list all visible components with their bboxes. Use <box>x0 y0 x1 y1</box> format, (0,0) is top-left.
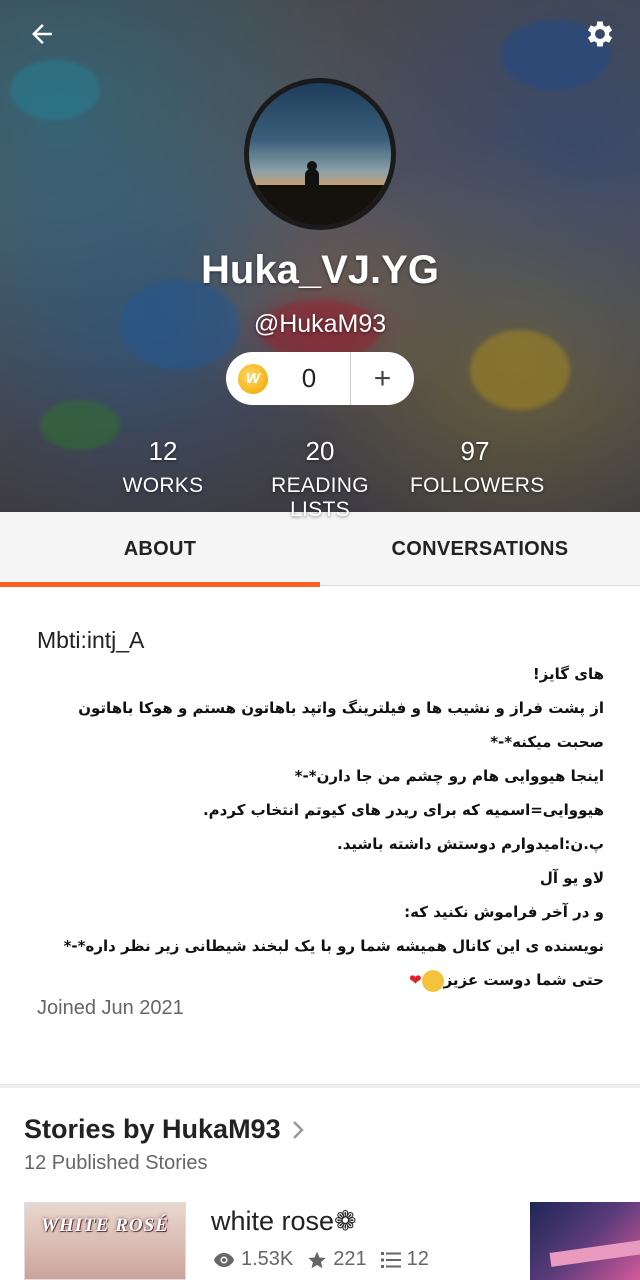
heart-icon: ❤ <box>409 971 422 989</box>
votes-count: 221 <box>307 1248 367 1271</box>
stat-works-label: WORKS <box>122 474 204 497</box>
star-icon <box>308 1251 327 1268</box>
bio-line: اینجا هیووایی هام رو چشم من جا دارن*-* <box>294 767 604 785</box>
pensive-face-icon <box>421 969 444 992</box>
story-title[interactable]: white rose❁ <box>211 1206 357 1237</box>
profile-tabs: ABOUT CONVERSATIONS <box>0 512 640 587</box>
coin-count: 0 <box>301 363 317 393</box>
back-arrow-icon <box>32 24 52 44</box>
reads-value: 1.53K <box>241 1248 294 1270</box>
paint-splash <box>470 330 570 410</box>
bio-line: پ.ن:امیدوارم دوستش داشته باشید. <box>337 835 604 853</box>
stat-followers[interactable]: 97 FOLLOWERS <box>410 436 545 498</box>
section-divider <box>0 1084 640 1088</box>
back-button[interactable] <box>22 14 62 54</box>
add-coins-button[interactable]: + <box>351 352 414 405</box>
cover-art <box>549 1239 640 1267</box>
bio-line: لاو یو آل <box>539 869 604 887</box>
bio-line: صحبت میکنه*-* <box>490 733 604 751</box>
stat-reading-lists-value: 20 <box>305 436 335 466</box>
bio-line: حتی شما دوست عزیز <box>443 971 604 989</box>
bio-line: هیووایی=اسمیه که برای ریدر های کیوتم انت… <box>202 801 604 819</box>
stories-title: Stories by HukaM93 <box>24 1114 281 1144</box>
published-stories-count: 12 Published Stories <box>24 1152 208 1174</box>
story-cover[interactable]: WHITE ROSÉ <box>24 1202 186 1280</box>
stat-reading-lists-label: READING LISTS <box>271 474 369 521</box>
bio-line-last: حتی شما دوست عزیز ❤ <box>34 963 604 997</box>
parts-count: 12 <box>380 1248 429 1271</box>
story-cover-next[interactable] <box>530 1202 640 1280</box>
story-cover-text: WHITE ROSÉ <box>41 1215 169 1236</box>
bio-line: و در آخر فراموش نکنید که: <box>404 903 604 921</box>
reads-count: 1.53K <box>213 1248 293 1271</box>
settings-button[interactable] <box>578 12 622 56</box>
about-section: Mbti:intj_A های گایز! از پشت فراز و نشیب… <box>0 587 640 1087</box>
stat-followers-label: FOLLOWERS <box>410 474 545 497</box>
avatar-ground <box>249 185 391 225</box>
coin-balance-pill: W 0 + <box>226 352 414 405</box>
stat-works-value: 12 <box>148 436 178 466</box>
username: @HukaM93 <box>253 310 387 338</box>
gear-icon <box>587 21 613 47</box>
story-meta: 1.53K 221 12 <box>213 1248 437 1271</box>
bio-line: های گایز! <box>532 665 604 683</box>
joined-date: Joined Jun 2021 <box>37 997 184 1019</box>
stories-heading[interactable]: Stories by HukaM93 <box>24 1114 305 1145</box>
bio-text: های گایز! از پشت فراز و نشیب ها و فیلتری… <box>34 657 604 997</box>
tab-conversations[interactable]: CONVERSATIONS <box>320 512 640 586</box>
stat-followers-value: 97 <box>460 436 490 466</box>
parts-value: 12 <box>406 1248 429 1270</box>
display-name: Huka_VJ.YG <box>201 248 439 292</box>
coin-icon: W <box>238 363 268 394</box>
mbti-text: Mbti:intj_A <box>37 627 145 653</box>
tab-about[interactable]: ABOUT <box>0 512 320 587</box>
eye-icon <box>214 1252 234 1267</box>
stat-reading-lists[interactable]: 20 READING LISTS <box>240 436 400 522</box>
votes-value: 221 <box>333 1248 367 1270</box>
chevron-right-icon <box>292 1120 304 1139</box>
stat-works[interactable]: 12 WORKS <box>103 436 223 498</box>
bio-line: از پشت فراز و نشیب ها و فیلترینگ واتپد ب… <box>78 699 604 717</box>
list-icon <box>380 1251 401 1268</box>
paint-splash <box>10 60 100 120</box>
bio-line: نویسنده ی این کانال همیشه شما رو با یک ل… <box>63 937 604 955</box>
avatar[interactable] <box>244 78 396 230</box>
